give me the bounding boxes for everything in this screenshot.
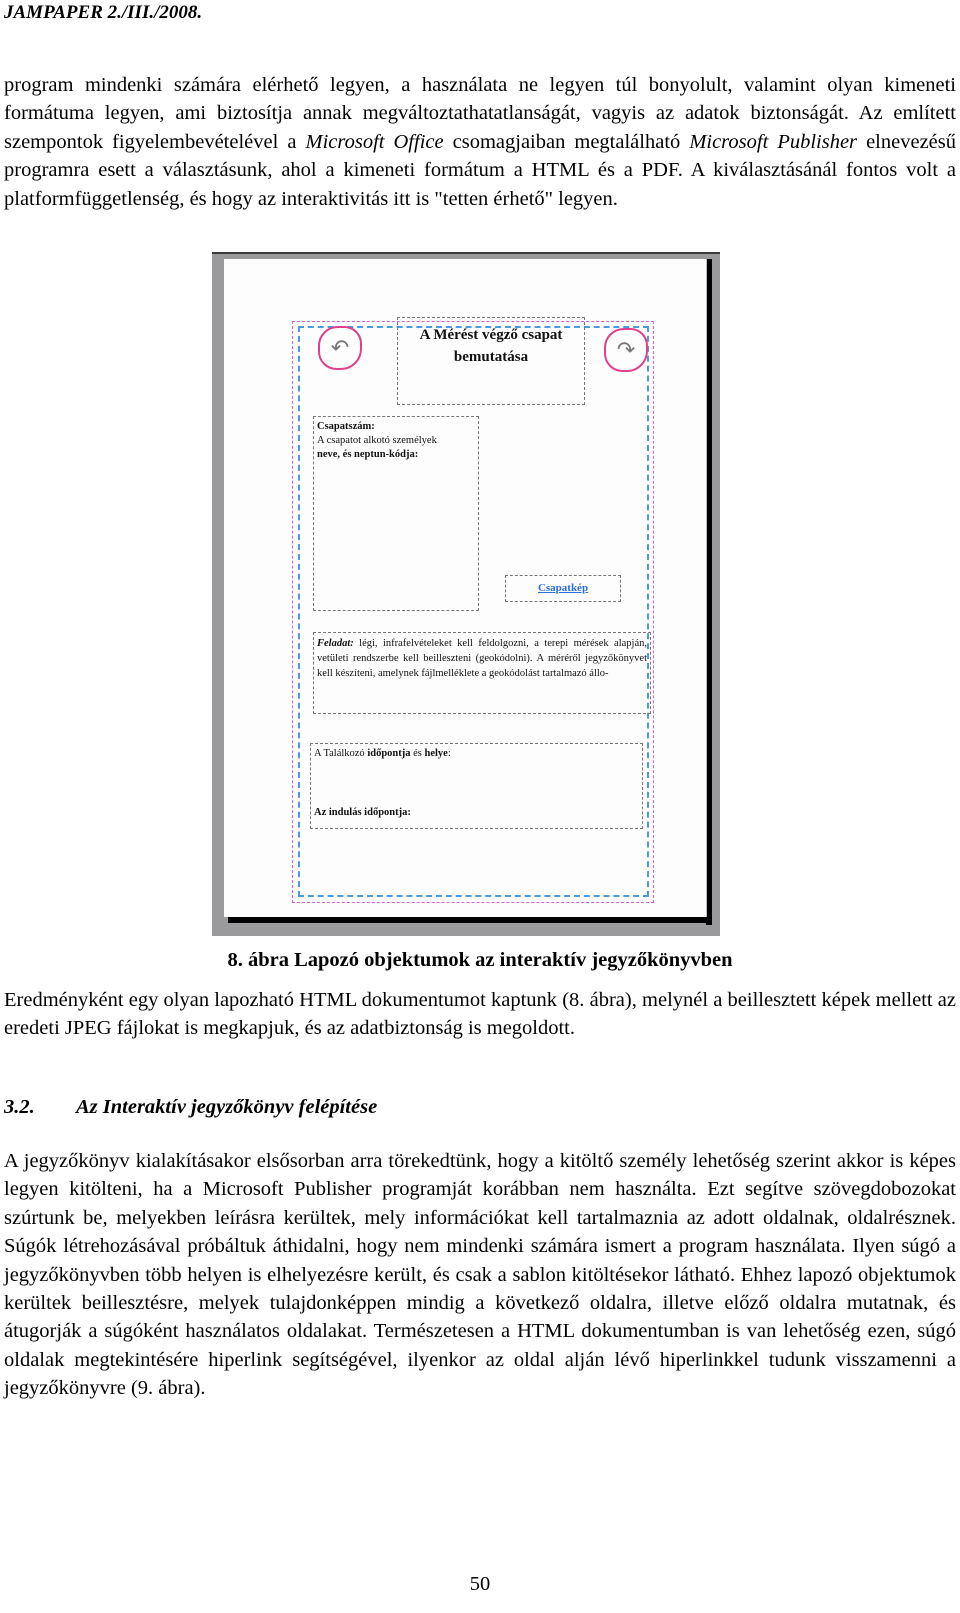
- meeting-label: A Találkozó időpontja és helye:: [314, 747, 639, 761]
- section-title: Az Interaktív jegyzőkönyv felépítése: [76, 1096, 378, 1118]
- figure-caption: 8. ábra Lapozó objektumok az interaktív …: [227, 949, 733, 971]
- team-label: Csapatszám:: [317, 421, 375, 432]
- task-label: Feladat:: [317, 638, 354, 649]
- meeting-text: időpontja: [367, 748, 411, 759]
- title-textbox: A Mérést végző csapat bemutatása: [397, 317, 585, 405]
- italic-term: Microsoft Publisher: [689, 130, 858, 153]
- meeting-text: helye: [424, 748, 448, 759]
- journal-header: JAMPAPER 2./III./2008.: [4, 2, 203, 23]
- back-arrow-icon: ↶: [330, 335, 350, 361]
- previous-page-button[interactable]: ↶: [318, 326, 362, 370]
- section-heading: 3.2. Az Interaktív jegyzőkönyv felépítése: [4, 1096, 377, 1119]
- task-text: légi, infrafelvételeket kell feldolgozni…: [317, 638, 647, 679]
- meeting-text: A Találkozó: [314, 748, 368, 759]
- figure-publisher-screenshot: ↶ ↷ A Mérést végző csapat bemutatása Csa…: [212, 254, 720, 936]
- team-description: A csapatot alkotó személyek: [317, 435, 437, 446]
- forward-arrow-icon: ↷: [616, 337, 636, 363]
- photo-link-box: Csapatkép: [505, 575, 621, 602]
- meeting-textbox: A Találkozó időpontja és helye: Az indul…: [310, 743, 643, 829]
- section-number: 3.2.: [4, 1096, 35, 1118]
- paragraph-intro: program mindenki számára elérhető legyen…: [4, 71, 956, 213]
- team-description: neve, és neptun-kódja:: [317, 449, 419, 460]
- paragraph-text: csomagjaiban megtalálható: [443, 130, 690, 153]
- italic-term: Microsoft Office: [305, 130, 444, 153]
- paragraph-body: A jegyzőkönyv kialakításakor elsősorban …: [4, 1150, 956, 1400]
- meeting-text: és: [410, 748, 425, 759]
- departure-label: Az indulás időpontja:: [314, 807, 411, 818]
- publisher-page: ↶ ↷ A Mérést végző csapat bemutatása Csa…: [224, 259, 707, 917]
- team-photo-link[interactable]: Csapatkép: [538, 582, 588, 594]
- paragraph-result: Eredményként egy olyan lapozható HTML do…: [4, 989, 956, 1040]
- task-textbox: Feladat: légi, infrafelvételeket kell fe…: [313, 632, 651, 714]
- page-number: 50: [469, 1573, 491, 1595]
- team-textbox: Csapatszám: A csapatot alkotó személyek …: [313, 416, 479, 611]
- next-page-button[interactable]: ↷: [604, 328, 648, 372]
- page-shadow: [228, 917, 712, 923]
- meeting-text: :: [447, 748, 451, 759]
